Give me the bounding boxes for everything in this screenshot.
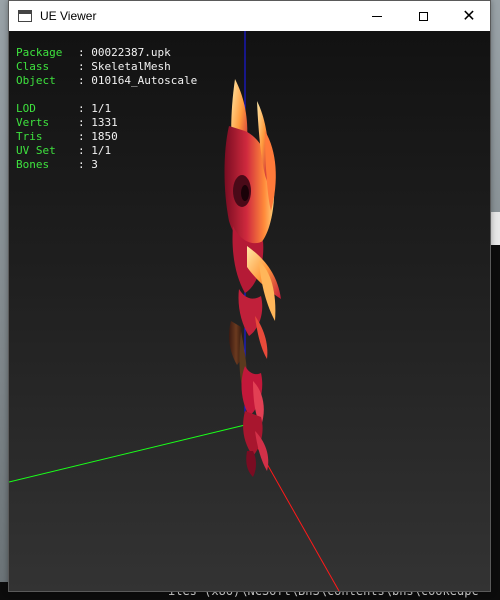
class-label: Class bbox=[16, 60, 50, 73]
close-icon: ✕ bbox=[462, 6, 476, 25]
title-bar[interactable]: UE Viewer ✕ bbox=[9, 1, 490, 31]
tris-label: Tris bbox=[16, 130, 43, 143]
class-value: SkeletalMesh bbox=[91, 60, 171, 73]
package-separator: : bbox=[78, 46, 92, 59]
uvset-label: UV Set bbox=[16, 144, 56, 157]
uvset-separator: : bbox=[78, 144, 92, 157]
maximize-icon bbox=[418, 11, 428, 21]
info-row-lod: LOD: 1/1 bbox=[16, 102, 197, 116]
package-value: 00022387.upk bbox=[91, 46, 171, 59]
3d-viewport[interactable]: Package: 00022387.upk Class: SkeletalMes… bbox=[9, 31, 490, 591]
minimize-icon bbox=[372, 15, 382, 17]
class-separator: : bbox=[78, 60, 92, 73]
window-icon bbox=[18, 10, 32, 22]
info-row-bones: Bones: 3 bbox=[16, 158, 197, 172]
info-row-object: Object: 010164_Autoscale bbox=[16, 74, 197, 88]
window-title: UE Viewer bbox=[40, 9, 97, 23]
mesh-info-overlay: Package: 00022387.upk Class: SkeletalMes… bbox=[16, 46, 197, 172]
maximize-button[interactable] bbox=[400, 1, 446, 31]
background-window-edge bbox=[490, 212, 500, 245]
lod-label: LOD bbox=[16, 102, 36, 115]
info-row-class: Class: SkeletalMesh bbox=[16, 60, 197, 74]
object-value: 010164_Autoscale bbox=[91, 74, 198, 87]
lod-value: 1/1 bbox=[91, 102, 112, 115]
bones-value: 3 bbox=[91, 158, 98, 171]
uvset-value: 1/1 bbox=[91, 144, 112, 157]
bones-separator: : bbox=[78, 158, 92, 171]
lod-separator: : bbox=[78, 102, 92, 115]
tris-separator: : bbox=[78, 130, 92, 143]
object-label: Object bbox=[16, 74, 56, 87]
minimize-button[interactable] bbox=[354, 1, 400, 31]
background-terminal bbox=[490, 245, 500, 600]
verts-label: Verts bbox=[16, 116, 50, 129]
tris-value: 1850 bbox=[91, 130, 118, 143]
bones-label: Bones bbox=[16, 158, 50, 171]
y-axis-line bbox=[9, 424, 246, 483]
verts-separator: : bbox=[78, 116, 92, 129]
verts-value: 1331 bbox=[91, 116, 118, 129]
info-row-tris: Tris: 1850 bbox=[16, 130, 197, 144]
object-separator: : bbox=[78, 74, 92, 87]
ue-viewer-window: UE Viewer ✕ Package: 00022387.upk Class… bbox=[8, 0, 491, 592]
info-row-verts: Verts: 1331 bbox=[16, 116, 197, 130]
info-row-uvset: UV Set: 1/1 bbox=[16, 144, 197, 158]
info-row-package: Package: 00022387.upk bbox=[16, 46, 197, 60]
skeletal-mesh-model bbox=[224, 79, 281, 477]
close-button[interactable]: ✕ bbox=[446, 1, 492, 31]
package-label: Package bbox=[16, 46, 63, 59]
